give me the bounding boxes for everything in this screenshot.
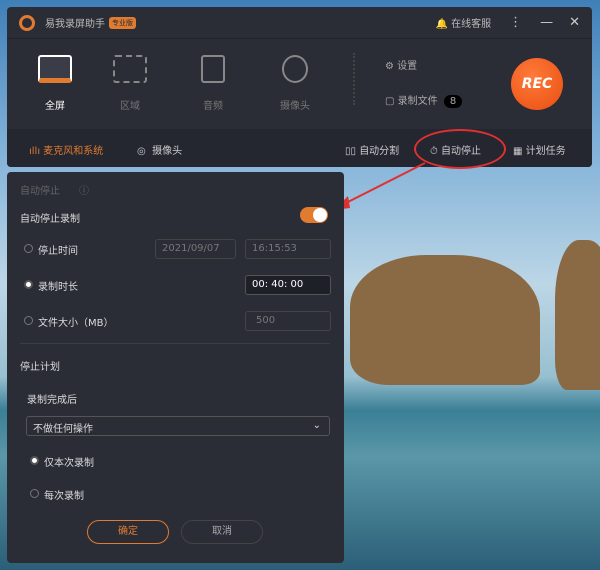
stop-time-label: 停止时间 (38, 246, 78, 257)
duration-radio[interactable] (24, 280, 33, 289)
fullscreen-icon (38, 55, 72, 83)
mode-audio[interactable]: 音频 (188, 55, 238, 112)
after-recording-label: 录制完成后 (27, 395, 77, 406)
ok-button[interactable]: 确定 (87, 520, 169, 544)
mode-label: 区域 (120, 101, 140, 112)
stop-plan-heading: 停止计划 (20, 362, 60, 373)
edition-badge: 专业版 (109, 16, 136, 29)
title-bar: 易我录屏助手 专业版 🔔 在线客服 ⋮ — ✕ (7, 7, 592, 39)
stop-time-input[interactable]: 16:15:53 (245, 239, 331, 259)
info-icon[interactable]: ⓘ (79, 182, 89, 197)
webcam-icon (282, 55, 308, 83)
mode-label: 音频 (203, 101, 223, 112)
toggle-label: 自动停止录制 (20, 214, 80, 225)
speaker-icon (201, 55, 225, 83)
more-icon[interactable]: ⋮ (509, 15, 522, 30)
auto-stop-panel: 自动停止 ⓘ 自动停止录制 停止时间 2021/09/07 16:15:53 录… (7, 172, 344, 563)
split-label: 自动分割 (359, 146, 400, 157)
camera-label: 摄像头 (152, 146, 183, 157)
schedule-label: 计划任务 (525, 146, 566, 157)
app-title: 易我录屏助手 (45, 19, 105, 30)
mode-label: 摄像头 (280, 101, 310, 112)
auto-split-button[interactable]: ▯▯ 自动分割 (345, 142, 399, 157)
chevron-down-icon: ⌄ (312, 420, 321, 431)
settings-button[interactable]: ⚙ 设置 (385, 57, 417, 72)
files-label: 录制文件 (397, 96, 438, 107)
once-label: 仅本次录制 (44, 458, 94, 469)
stop-time-radio[interactable] (24, 244, 33, 253)
close-icon[interactable]: ✕ (569, 15, 580, 30)
annotation-arrow (334, 162, 426, 210)
recorded-files-button[interactable]: ▢ 录制文件 8 (385, 92, 463, 108)
every-radio[interactable] (30, 489, 39, 498)
schedule-button[interactable]: ▦ 计划任务 (513, 142, 566, 157)
app-logo-icon (19, 14, 35, 31)
mode-label: 全屏 (45, 101, 65, 112)
stop-date-input[interactable]: 2021/09/07 (155, 239, 236, 259)
auto-stop-toggle[interactable] (300, 207, 328, 223)
every-label: 每次录制 (44, 491, 84, 502)
camera-button[interactable]: ◎ 摄像头 (137, 142, 182, 157)
minimize-icon[interactable]: — (540, 15, 553, 30)
file-size-input[interactable]: 500 (245, 311, 331, 331)
after-action-value: 不做任何操作 (33, 424, 93, 435)
divider (20, 343, 330, 344)
file-size-label: 文件大小（MB） (38, 318, 114, 329)
support-link[interactable]: 🔔 在线客服 (435, 15, 491, 30)
audio-source-button[interactable]: ıllı 麦克风和系统 (29, 142, 103, 157)
once-radio[interactable] (30, 456, 39, 465)
settings-label: 设置 (397, 61, 418, 72)
file-size-radio[interactable] (24, 316, 33, 325)
mode-webcam[interactable]: 摄像头 (270, 55, 320, 112)
divider (353, 53, 356, 105)
background-rock (555, 240, 600, 390)
mode-fullscreen[interactable]: 全屏 (30, 55, 80, 112)
duration-label: 录制时长 (38, 282, 78, 293)
audio-label: 麦克风和系统 (43, 146, 104, 157)
panel-title: 自动停止 (20, 186, 60, 197)
background-rock (350, 255, 540, 385)
region-icon (113, 55, 147, 83)
mode-region[interactable]: 区域 (105, 55, 155, 112)
cancel-button[interactable]: 取消 (181, 520, 263, 544)
after-action-select[interactable]: 不做任何操作 ⌄ (26, 416, 330, 436)
duration-input[interactable]: 00: 40: 00 (245, 275, 331, 295)
files-count-badge: 8 (443, 95, 463, 108)
support-label: 在线客服 (451, 19, 492, 30)
rec-button[interactable]: REC (511, 58, 563, 110)
